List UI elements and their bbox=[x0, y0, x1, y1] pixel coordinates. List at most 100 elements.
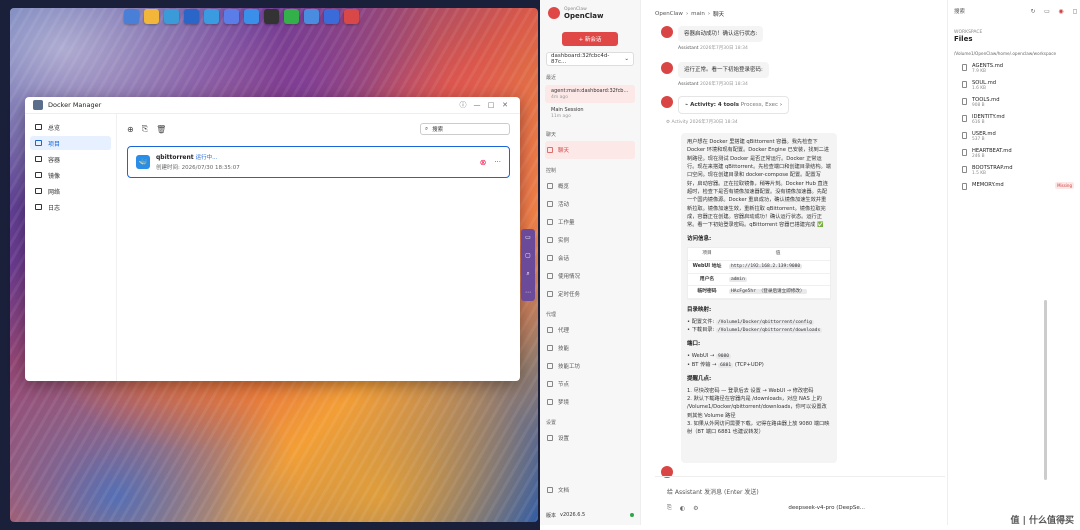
openclaw-icon[interactable] bbox=[344, 9, 359, 24]
settings-icon[interactable]: ⚙ bbox=[693, 505, 698, 512]
store-icon[interactable] bbox=[224, 9, 239, 24]
nav-item-3[interactable]: 镜像 bbox=[30, 168, 111, 182]
nav-docs[interactable]: 文档 bbox=[540, 481, 569, 499]
close-button[interactable]: ✕ bbox=[498, 101, 512, 109]
message-input[interactable]: 给 Assistant 发消息 (Enter 发送) bbox=[667, 487, 759, 496]
nav-label: 网络 bbox=[48, 188, 61, 196]
table-key: WebUI 地址 bbox=[688, 261, 726, 274]
message-composer[interactable]: 给 Assistant 发消息 (Enter 发送) ⎘ ◐ ⚙ deepsee… bbox=[655, 476, 945, 516]
nav-agent[interactable]: 技能工坊 bbox=[540, 357, 640, 375]
apps-icon[interactable] bbox=[164, 9, 179, 24]
container-card[interactable]: 🐳 qbittorrent 运行中... 创建时间: 2026/07/30 18… bbox=[127, 146, 510, 178]
terminal-icon[interactable] bbox=[264, 9, 279, 24]
attach-icon[interactable]: ⎘ bbox=[667, 504, 672, 512]
nav-icon bbox=[35, 140, 42, 146]
folder-icon[interactable] bbox=[144, 9, 159, 24]
nav-agent[interactable]: 代理 bbox=[540, 321, 640, 339]
window-icon[interactable]: ◻ bbox=[1070, 8, 1080, 15]
file-row[interactable]: AGENTS.md 7.9 KB bbox=[948, 60, 1080, 77]
help-icon[interactable]: ⓘ bbox=[456, 100, 470, 110]
session-item[interactable]: agent:main:dashboard:32fcb... 4m ago bbox=[545, 85, 635, 103]
nav-control[interactable]: 使用情况 bbox=[540, 267, 640, 285]
nav-settings[interactable]: 设置 bbox=[540, 429, 640, 447]
nav-item-2[interactable]: 容器 bbox=[30, 152, 111, 166]
chat-icon[interactable]: ▢ bbox=[525, 252, 531, 259]
container-created: 创建时间: 2026/07/30 18:35:07 bbox=[156, 165, 240, 171]
nav-item-0[interactable]: 总览 bbox=[30, 120, 111, 134]
nav-item-1[interactable]: 项目 bbox=[30, 136, 111, 150]
model-select[interactable]: deepseek-v4-pro (DeepSe... bbox=[788, 505, 865, 511]
file-row[interactable]: TOOLS.md 908 B bbox=[948, 94, 1080, 111]
file-row[interactable]: MEMORY.md Missing bbox=[948, 179, 1080, 193]
theme-icon[interactable]: ◉ bbox=[1056, 8, 1066, 15]
file-size: 537 B bbox=[972, 137, 985, 142]
more-icon[interactable]: ⋯ bbox=[525, 289, 531, 296]
file-size: 1.6 KB bbox=[972, 86, 986, 91]
nav-icon bbox=[35, 204, 42, 210]
nav-item-4[interactable]: 网络 bbox=[30, 184, 111, 198]
mic-icon[interactable]: ◐ bbox=[680, 505, 685, 512]
mail-icon[interactable] bbox=[244, 9, 259, 24]
app-sidebar: OpenClaw OpenClaw + 新会话 dashboard:32fcbc4… bbox=[540, 0, 641, 525]
package-icon[interactable] bbox=[204, 9, 219, 24]
app-icon[interactable] bbox=[284, 9, 299, 24]
refresh-icon[interactable]: ↻ bbox=[1028, 8, 1038, 15]
file-row[interactable]: HEARTBEAT.md 246 B bbox=[948, 145, 1080, 162]
activity-message: ⌁ Activity: 4 tools Process, Exec › bbox=[661, 96, 790, 115]
nav-control[interactable]: 活动 bbox=[540, 195, 640, 213]
access-title: 访问信息: bbox=[687, 236, 712, 243]
port-title: 端口: bbox=[687, 341, 701, 348]
breadcrumb-main[interactable]: main bbox=[691, 11, 705, 17]
nav-item-5[interactable]: 日志 bbox=[30, 200, 111, 214]
maximize-button[interactable]: □ bbox=[484, 101, 498, 109]
top-search[interactable]: 搜索 bbox=[954, 7, 965, 15]
nav-agent[interactable]: 技能 bbox=[540, 339, 640, 357]
minimize-button[interactable]: — bbox=[470, 101, 484, 109]
version-label: 版本 bbox=[546, 512, 557, 519]
nav-control[interactable]: 工作量 bbox=[540, 213, 640, 231]
delete-icon[interactable]: 🗑 bbox=[156, 125, 166, 134]
gear-icon: ⚙ bbox=[666, 120, 671, 125]
import-icon[interactable]: ⎘ bbox=[142, 124, 148, 134]
nav-control[interactable]: 概览 bbox=[540, 177, 640, 195]
nav-agent[interactable]: 节点 bbox=[540, 375, 640, 393]
file-row[interactable]: SOUL.md 1.6 KB bbox=[948, 77, 1080, 94]
message-author: Assistant bbox=[678, 82, 699, 88]
session-item[interactable]: Main Session 11m ago bbox=[545, 104, 635, 122]
add-icon[interactable]: ⊕ bbox=[127, 125, 134, 134]
breadcrumb-root[interactable]: OpenClaw bbox=[655, 11, 683, 17]
file-row[interactable]: USER.md 537 B bbox=[948, 128, 1080, 145]
nav-agent-label: 节点 bbox=[558, 382, 570, 388]
nav-chat[interactable]: 聊天 bbox=[545, 141, 635, 159]
port-label: WebUI → bbox=[691, 353, 716, 360]
grid-icon[interactable] bbox=[124, 9, 139, 24]
headset-icon[interactable] bbox=[304, 9, 319, 24]
port-value: 6881 bbox=[718, 362, 734, 368]
desktop-icon[interactable]: ▭ bbox=[1042, 8, 1052, 15]
nav-control[interactable]: 会话 bbox=[540, 249, 640, 267]
new-chat-button[interactable]: + 新会话 bbox=[562, 32, 618, 46]
stop-icon[interactable]: ⊗ bbox=[480, 158, 487, 167]
nas-icon[interactable] bbox=[324, 9, 339, 24]
chat-icon bbox=[547, 147, 553, 153]
search-icon[interactable]: ⌕ bbox=[526, 270, 529, 278]
message-text: 容器启动成功！确认运行状态: bbox=[678, 26, 764, 43]
message-text: 运行正常。看一下初始登录密码: bbox=[678, 62, 769, 79]
session-select[interactable]: dashboard:32fcbc4d-87c... ⌄ bbox=[546, 52, 634, 66]
speed-icon[interactable] bbox=[184, 9, 199, 24]
chat-pane: OpenClaw › main › 聊天 容器启动成功！确认运行状态: Assist… bbox=[641, 0, 1047, 525]
table-header: 值 bbox=[726, 248, 830, 261]
nav-agent[interactable]: 梦境 bbox=[540, 393, 640, 411]
toolbar-icon[interactable]: ▭ bbox=[525, 234, 531, 241]
port-label: BT 传输 → bbox=[691, 361, 719, 368]
activity-chip[interactable]: ⌁ Activity: 4 tools Process, Exec › bbox=[678, 96, 790, 115]
window-titlebar[interactable]: Docker Manager ⓘ — □ ✕ bbox=[25, 97, 520, 114]
nav-control[interactable]: 定时任务 bbox=[540, 285, 640, 303]
more-icon[interactable]: ··· bbox=[494, 158, 501, 167]
nav-settings-icon bbox=[547, 435, 553, 441]
file-row[interactable]: BOOTSTRAP.md 1.5 KB bbox=[948, 162, 1080, 179]
file-row[interactable]: IDENTITY.md 616 B bbox=[948, 111, 1080, 128]
nav-control[interactable]: 实例 bbox=[540, 231, 640, 249]
activity-meta-label: Activity bbox=[671, 120, 689, 125]
search-input[interactable]: ⌕ 搜索 bbox=[420, 123, 510, 135]
